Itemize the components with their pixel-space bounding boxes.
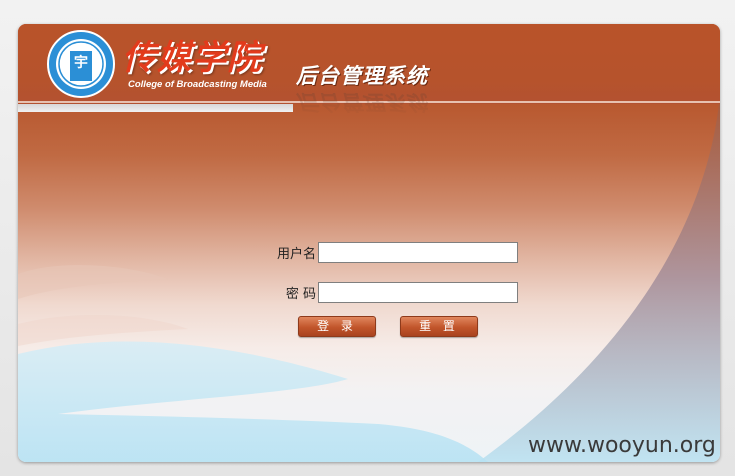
login-panel: 宇 传媒学院 College of Broadcasting Media 后台管… — [18, 24, 720, 462]
login-button[interactable]: 登 录 — [298, 316, 376, 337]
system-title-reflection: 后台管理系统 — [296, 90, 428, 114]
system-title: 后台管理系统 — [296, 64, 428, 88]
username-input[interactable] — [318, 242, 518, 263]
watermark: www.wooyun.org — [528, 433, 716, 458]
password-row: 密 码 — [238, 282, 538, 304]
college-emblem-logo: 宇 — [47, 30, 115, 98]
page: 宇 传媒学院 College of Broadcasting Media 后台管… — [0, 0, 735, 476]
header-shadow — [18, 104, 293, 112]
college-name-cn: 传媒学院 — [122, 38, 262, 78]
username-label: 用户名 — [276, 247, 316, 262]
password-input[interactable] — [318, 282, 518, 303]
college-name-en: College of Broadcasting Media — [128, 79, 267, 90]
reset-button[interactable]: 重 置 — [400, 316, 478, 337]
username-row: 用户名 — [238, 242, 538, 264]
emblem-char: 宇 — [74, 54, 88, 71]
password-label: 密 码 — [285, 287, 316, 302]
